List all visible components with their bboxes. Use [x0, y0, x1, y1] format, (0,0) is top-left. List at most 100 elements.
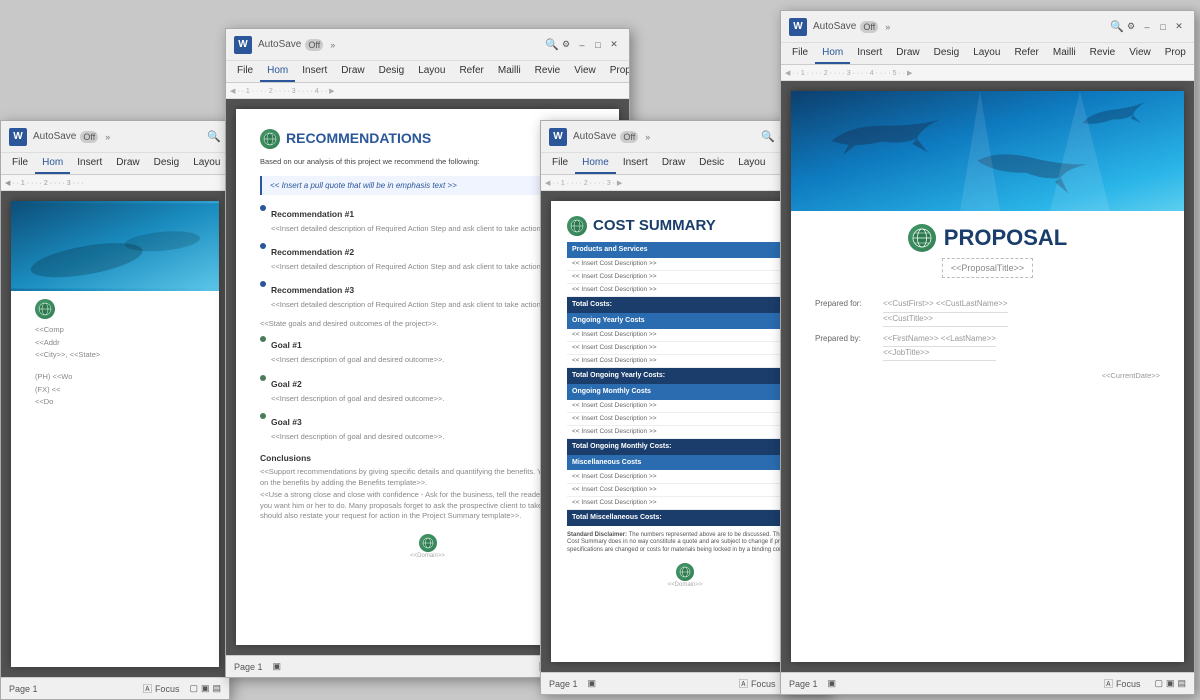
page-label-1: Page 1 [9, 684, 38, 694]
proposal-heading: PROPOSAL [815, 223, 1160, 254]
word-icon-3: W [549, 128, 567, 146]
title-bar-2: W AutoSave Off » 🔍 ⚙ – □ ✕ [226, 29, 629, 61]
tab-ref-4[interactable]: Refer [1007, 43, 1045, 64]
rec-3-desc: <<Insert detailed description of Require… [271, 300, 550, 311]
tab-draw-1[interactable]: Draw [109, 153, 146, 174]
ruler-1: ◀ · · 1 · · · · 2 · · · · 3 · · · [1, 175, 229, 191]
current-date: <<CurrentDate>> [815, 371, 1160, 382]
tab-insert-1[interactable]: Insert [70, 153, 109, 174]
cost-row-m1: << Insert Cost Description >> [567, 400, 803, 413]
tab-mailings-2[interactable]: Mailli [491, 61, 528, 82]
view-web-icon-1[interactable]: ▤ [212, 683, 221, 694]
ribbon-4: File Hom Insert Draw Desig Layou Refer M… [781, 43, 1194, 65]
tab-file-4[interactable]: File [785, 43, 815, 64]
tab-design-2[interactable]: Desig [372, 61, 412, 82]
proposal-subtitle: <<ProposalTitle>> [942, 258, 1033, 279]
tab-view-4[interactable]: View [1122, 43, 1158, 64]
globe-svg-4 [911, 227, 933, 249]
tab-rev-4[interactable]: Revie [1083, 43, 1123, 64]
overflow-1[interactable]: » [102, 132, 113, 142]
focus-btn-1[interactable]: 🄰 Focus [143, 682, 180, 695]
settings-icon-2[interactable]: ⚙ [559, 38, 573, 52]
tab-review-2[interactable]: Revie [528, 61, 568, 82]
autosave-label-1: AutoSave [33, 131, 76, 142]
cost-row-p2: << Insert Cost Description >> [567, 271, 803, 284]
proposal-hero-svg [791, 91, 1184, 211]
tab-layout-1[interactable]: Layou [186, 153, 227, 174]
tab-layout-2[interactable]: Layou [411, 61, 452, 82]
rec-2-title: Recommendation #2 [271, 247, 550, 259]
overflow-4[interactable]: » [882, 22, 893, 32]
tab-prop-4[interactable]: Prop [1158, 43, 1193, 64]
focus-btn-4[interactable]: 🄰 Focus [1104, 677, 1141, 690]
tab-help-4[interactable]: Help [1193, 43, 1195, 64]
view-read-icon-1[interactable]: ▣ [201, 683, 210, 694]
close-button-2[interactable]: ✕ [607, 38, 621, 52]
window-controls-2: ⚙ – □ ✕ [559, 38, 621, 52]
focus-btn-3[interactable]: 🄰 Focus [739, 677, 776, 690]
view-web-icon-4[interactable]: ▤ [1177, 678, 1186, 689]
tab-home-2[interactable]: Hom [260, 61, 295, 82]
prepared-for-name: <<CustFirst>> <<CustLastName>> [883, 298, 1008, 312]
view-read-icon-4[interactable]: ▣ [1166, 678, 1175, 689]
tab-design-3[interactable]: Desic [692, 153, 731, 174]
autosave-toggle-3[interactable]: Off [620, 131, 638, 143]
minimize-button-2[interactable]: – [575, 38, 589, 52]
settings-icon-4[interactable]: ⚙ [1124, 20, 1138, 34]
ribbon-tabs-1: File Hom Insert Draw Desig Layou Refer M… [5, 153, 225, 174]
ribbon-tabs-4: File Hom Insert Draw Desig Layou Refer M… [785, 43, 1190, 64]
search-icon-1[interactable]: 🔍 [207, 130, 221, 143]
proposal-prepared-section: Prepared for: <<CustFirst>> <<CustLastNa… [815, 298, 1160, 381]
autosave-toggle-4[interactable]: Off [860, 21, 878, 33]
tab-insert-3[interactable]: Insert [616, 153, 655, 174]
tab-file-2[interactable]: File [230, 61, 260, 82]
tab-file-3[interactable]: File [545, 153, 575, 174]
tab-insert-4[interactable]: Insert [850, 43, 889, 64]
tab-file-1[interactable]: File [5, 153, 35, 174]
autosave-toggle-2[interactable]: Off [305, 39, 323, 51]
tab-view-2[interactable]: View [567, 61, 603, 82]
view-normal-icon-4[interactable]: ▢ [1154, 678, 1163, 689]
ribbon-2: File Hom Insert Draw Desig Layou Refer M… [226, 61, 629, 83]
maximize-button-4[interactable]: □ [1156, 20, 1170, 34]
search-icon-4[interactable]: 🔍 [1110, 20, 1124, 33]
rec-1-desc: <<Insert detailed description of Require… [271, 224, 550, 235]
prepared-for-label: Prepared for: [815, 298, 875, 309]
word-count-icon-2: ▣ [273, 661, 282, 672]
domain-icon-3 [676, 563, 694, 581]
ruler-2: ◀ · · 1 · · · · 2 · · · · 3 · · · · 4 · … [226, 83, 629, 99]
tab-home-1[interactable]: Hom [35, 153, 70, 174]
autosave-toggle-1[interactable]: Off [80, 131, 98, 143]
tab-home-3[interactable]: Home [575, 153, 616, 174]
ph-placeholder: (PH) <<Wo [35, 372, 195, 383]
tab-references-2[interactable]: Refer [452, 61, 490, 82]
tab-mail-4[interactable]: Mailli [1046, 43, 1083, 64]
overflow-3[interactable]: » [642, 132, 653, 142]
tab-home-4[interactable]: Hom [815, 43, 850, 64]
tab-design-1[interactable]: Desig [147, 153, 187, 174]
ruler-4: ◀ · · 1 · · · · 2 · · · · 3 · · · · 4 · … [781, 65, 1194, 81]
tab-layout-3[interactable]: Layou [731, 153, 772, 174]
minimize-button-4[interactable]: – [1140, 20, 1154, 34]
focus-icon-3: 🄰 [739, 677, 748, 690]
close-button-4[interactable]: ✕ [1172, 20, 1186, 34]
goal-1-title: Goal #1 [271, 340, 444, 352]
tab-prop-2[interactable]: Prop [603, 61, 630, 82]
cost-row-m3: << Insert Cost Description >> [567, 426, 803, 439]
view-normal-icon-1[interactable]: ▢ [189, 683, 198, 694]
doc-body-4: PROPOSAL <<ProposalTitle>> Prepared for:… [781, 81, 1194, 672]
search-icon-3[interactable]: 🔍 [761, 130, 775, 143]
tab-draw-2[interactable]: Draw [334, 61, 371, 82]
tab-desig-4[interactable]: Desig [927, 43, 967, 64]
maximize-button-2[interactable]: □ [591, 38, 605, 52]
city-placeholder: <<City>>, <<State> [35, 350, 195, 361]
tab-draw-4[interactable]: Draw [889, 43, 926, 64]
goal-1-desc: <<Insert description of goal and desired… [271, 355, 444, 366]
tab-insert-2[interactable]: Insert [295, 61, 334, 82]
search-icon-2[interactable]: 🔍 [545, 38, 559, 51]
word-count-icon-4: ▣ [828, 678, 837, 689]
tab-draw-3[interactable]: Draw [655, 153, 692, 174]
tab-layout-4[interactable]: Layou [966, 43, 1007, 64]
overflow-2[interactable]: » [327, 40, 338, 50]
domain-svg-3 [679, 566, 691, 578]
